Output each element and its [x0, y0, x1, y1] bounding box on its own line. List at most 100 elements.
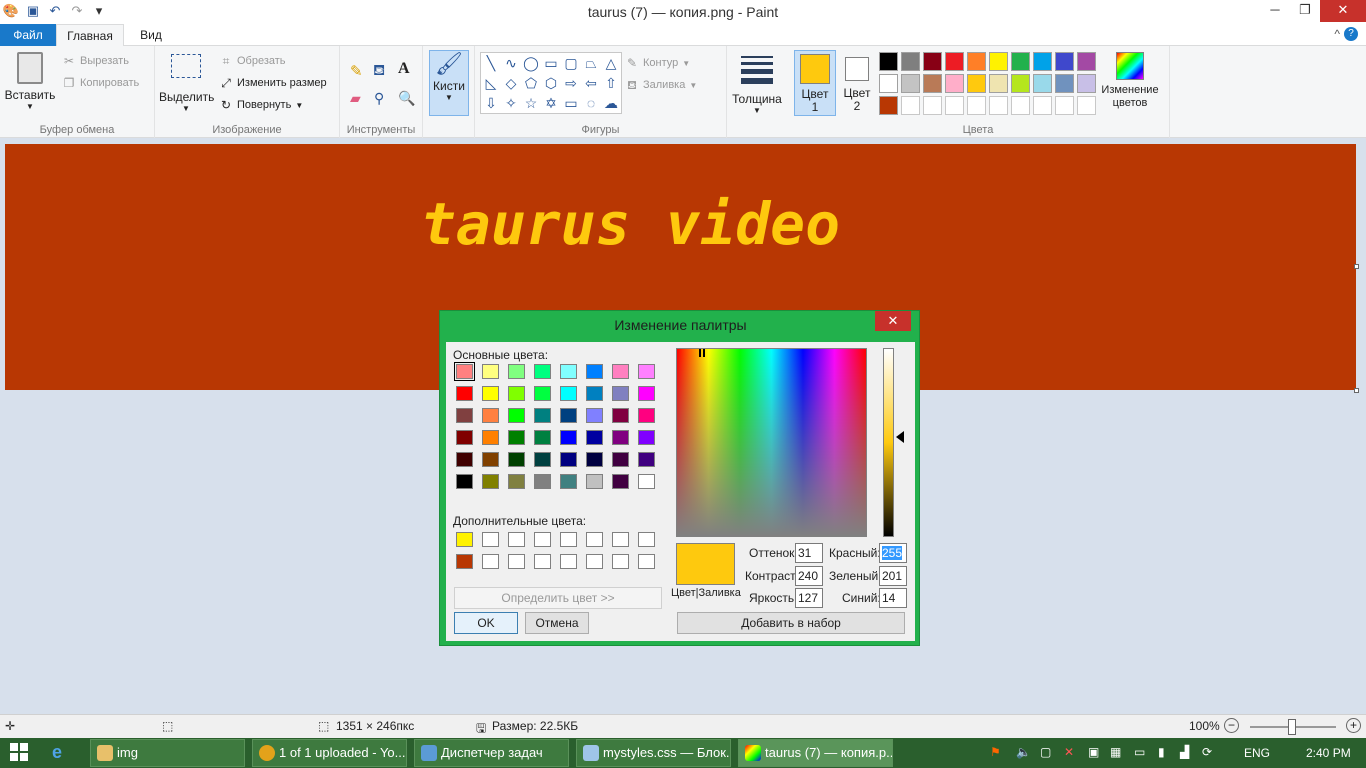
- palette-swatch[interactable]: [1011, 52, 1030, 71]
- palette-swatch[interactable]: [945, 74, 964, 93]
- resize-handle-right[interactable]: [1354, 264, 1359, 269]
- crop-button[interactable]: ⌗ Обрезать: [219, 54, 286, 68]
- custom-color-swatch[interactable]: [482, 554, 499, 569]
- pencil-icon[interactable]: ✎: [350, 62, 363, 80]
- oval-shape-icon[interactable]: ◯: [521, 53, 541, 73]
- basic-color-swatch[interactable]: [456, 430, 473, 445]
- palette-swatch[interactable]: [1033, 96, 1052, 115]
- paste-button[interactable]: Вставить ▼: [4, 52, 56, 111]
- fill-button[interactable]: ⛾ Заливка ▼: [625, 78, 697, 92]
- cancel-button[interactable]: Отмена: [525, 612, 589, 634]
- zoom-out-button[interactable]: −: [1224, 718, 1239, 733]
- red-input[interactable]: 255: [879, 543, 907, 563]
- palette-swatch[interactable]: [1033, 52, 1052, 71]
- hexagon-shape-icon[interactable]: ⬡: [541, 73, 561, 93]
- blue-input[interactable]: 14: [879, 588, 907, 608]
- right-triangle-shape-icon[interactable]: ◺: [481, 73, 501, 93]
- taskbar-item-paint[interactable]: taurus (7) — копия.p...: [738, 739, 893, 767]
- basic-color-swatch[interactable]: [534, 474, 551, 489]
- basic-color-swatch[interactable]: [508, 474, 525, 489]
- close-button[interactable]: ✕: [1320, 0, 1366, 22]
- basic-color-swatch[interactable]: [638, 408, 655, 423]
- basic-color-swatch[interactable]: [612, 452, 629, 467]
- basic-color-swatch[interactable]: [638, 386, 655, 401]
- basic-color-swatch[interactable]: [638, 364, 655, 379]
- palette-swatch[interactable]: [1033, 74, 1052, 93]
- basic-color-swatch[interactable]: [586, 364, 603, 379]
- palette-swatch[interactable]: [989, 52, 1008, 71]
- cut-button[interactable]: ✂ Вырезать: [62, 54, 129, 68]
- basic-color-swatch[interactable]: [638, 430, 655, 445]
- basic-color-swatch[interactable]: [560, 452, 577, 467]
- palette-swatch[interactable]: [923, 96, 942, 115]
- zoom-slider[interactable]: [1250, 719, 1336, 735]
- size-button[interactable]: Толщина ▼: [731, 56, 783, 115]
- basic-color-swatch[interactable]: [612, 386, 629, 401]
- palette-swatch[interactable]: [923, 52, 942, 71]
- palette-swatch[interactable]: [945, 96, 964, 115]
- basic-color-swatch[interactable]: [612, 408, 629, 423]
- network-error-icon[interactable]: ✕: [1064, 745, 1074, 759]
- custom-color-swatch[interactable]: [534, 554, 551, 569]
- color2-button[interactable]: Цвет 2: [837, 50, 877, 116]
- custom-color-swatch[interactable]: [508, 554, 525, 569]
- lum-input[interactable]: 127: [795, 588, 823, 608]
- basic-color-swatch[interactable]: [508, 386, 525, 401]
- custom-color-swatch[interactable]: [456, 532, 473, 547]
- basic-color-swatch[interactable]: [612, 474, 629, 489]
- monitor-icon[interactable]: ▭: [1134, 745, 1145, 759]
- polygon-shape-icon[interactable]: ⏢: [581, 53, 601, 73]
- dialog-close-button[interactable]: ✕: [875, 311, 911, 331]
- palette-swatch[interactable]: [1055, 52, 1074, 71]
- basic-color-swatch[interactable]: [638, 452, 655, 467]
- basic-color-swatch[interactable]: [482, 364, 499, 379]
- custom-color-swatch[interactable]: [456, 554, 473, 569]
- basic-color-swatch[interactable]: [534, 408, 551, 423]
- taskbar-item-img[interactable]: img: [90, 739, 245, 767]
- app-tray-icon[interactable]: ⚑: [990, 745, 1001, 759]
- battery-icon[interactable]: ▮: [1158, 745, 1165, 759]
- basic-color-swatch[interactable]: [456, 386, 473, 401]
- custom-color-swatch[interactable]: [586, 532, 603, 547]
- palette-swatch[interactable]: [967, 74, 986, 93]
- basic-color-swatch[interactable]: [534, 452, 551, 467]
- basic-color-swatch[interactable]: [560, 386, 577, 401]
- outline-button[interactable]: ✎ Контур ▼: [625, 56, 690, 70]
- basic-color-swatch[interactable]: [534, 430, 551, 445]
- palette-swatch[interactable]: [1077, 96, 1096, 115]
- internet-explorer-icon[interactable]: e: [52, 742, 62, 763]
- help-icon[interactable]: ?: [1344, 27, 1358, 41]
- left-arrow-shape-icon[interactable]: ⇦: [581, 73, 601, 93]
- rounded-rect-shape-icon[interactable]: ▢: [561, 53, 581, 73]
- resize-handle-corner[interactable]: [1354, 388, 1359, 393]
- basic-color-swatch[interactable]: [612, 430, 629, 445]
- palette-swatch[interactable]: [967, 96, 986, 115]
- palette-swatch[interactable]: [879, 96, 898, 115]
- basic-color-swatch[interactable]: [482, 408, 499, 423]
- define-color-button[interactable]: Определить цвет >>: [454, 587, 662, 609]
- taskbar-item-notepad[interactable]: mystyles.css — Блок...: [576, 739, 731, 767]
- luminance-arrow-icon[interactable]: [896, 431, 904, 443]
- basic-color-swatch[interactable]: [560, 430, 577, 445]
- basic-color-swatch[interactable]: [456, 474, 473, 489]
- triangle-shape-icon[interactable]: △: [601, 53, 621, 73]
- basic-color-swatch[interactable]: [534, 364, 551, 379]
- basic-color-swatch[interactable]: [456, 452, 473, 467]
- basic-color-swatch[interactable]: [586, 474, 603, 489]
- shapes-gallery[interactable]: ╲ ∿ ◯ ▭ ▢ ⏢ △ ◺ ◇ ⬠ ⬡ ⇨ ⇦ ⇧ ⇩ ✧ ☆ ✡ ▭ ◌ ☁: [480, 52, 622, 114]
- tab-view[interactable]: Вид: [128, 24, 174, 47]
- tray-window-icon[interactable]: ▢: [1040, 745, 1051, 759]
- basic-color-swatch[interactable]: [508, 430, 525, 445]
- custom-color-swatch[interactable]: [508, 532, 525, 547]
- palette-swatch[interactable]: [901, 96, 920, 115]
- maximize-button[interactable]: ❐: [1290, 0, 1320, 22]
- copy-button[interactable]: ❐ Копировать: [62, 76, 140, 90]
- basic-color-swatch[interactable]: [508, 364, 525, 379]
- palette-swatch[interactable]: [967, 52, 986, 71]
- text-tool-icon[interactable]: A: [398, 60, 410, 78]
- basic-color-swatch[interactable]: [534, 386, 551, 401]
- basic-color-swatch[interactable]: [586, 430, 603, 445]
- rectangle-shape-icon[interactable]: ▭: [541, 53, 561, 73]
- custom-color-swatch[interactable]: [534, 532, 551, 547]
- oval-callout-shape-icon[interactable]: ◌: [581, 93, 601, 113]
